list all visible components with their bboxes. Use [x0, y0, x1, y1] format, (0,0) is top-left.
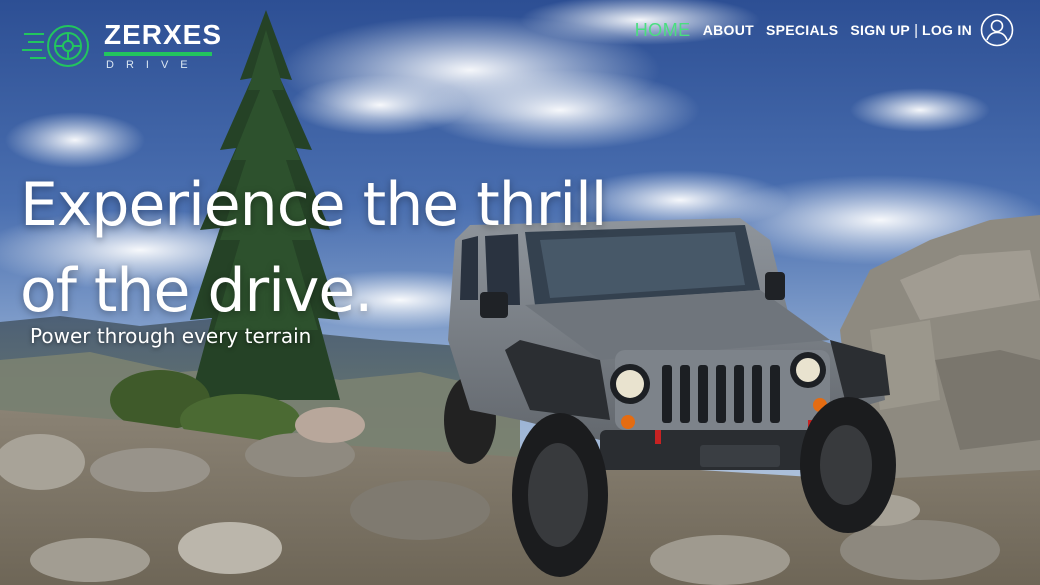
- nav-home[interactable]: HOME: [635, 20, 691, 41]
- nav-signup[interactable]: SIGN UP: [850, 22, 910, 38]
- brand-name: ZERXES: [104, 19, 223, 50]
- nav-about[interactable]: ABOUT: [703, 22, 754, 38]
- hero-tagline: Power through every terrain: [30, 324, 312, 348]
- user-circle-icon[interactable]: [980, 13, 1014, 47]
- brand-subtitle: DRIVE: [106, 59, 200, 71]
- main-nav: HOME ABOUT SPECIALS SIGN UP | LOG IN: [623, 12, 1014, 48]
- brand-underline: [104, 52, 212, 56]
- hero-headline: Experience the thrill of the drive.: [20, 162, 607, 334]
- site-header: ZERXES DRIVE HOME ABOUT SPECIALS SIGN UP…: [0, 0, 1040, 80]
- brand-logo[interactable]: ZERXES DRIVE: [22, 14, 222, 74]
- nav-separator: |: [914, 21, 918, 39]
- wheel-icon: [22, 25, 89, 67]
- nav-specials[interactable]: SPECIALS: [766, 22, 838, 38]
- nav-login[interactable]: LOG IN: [922, 22, 972, 38]
- hero-headline-line-1: Experience the thrill: [20, 170, 607, 240]
